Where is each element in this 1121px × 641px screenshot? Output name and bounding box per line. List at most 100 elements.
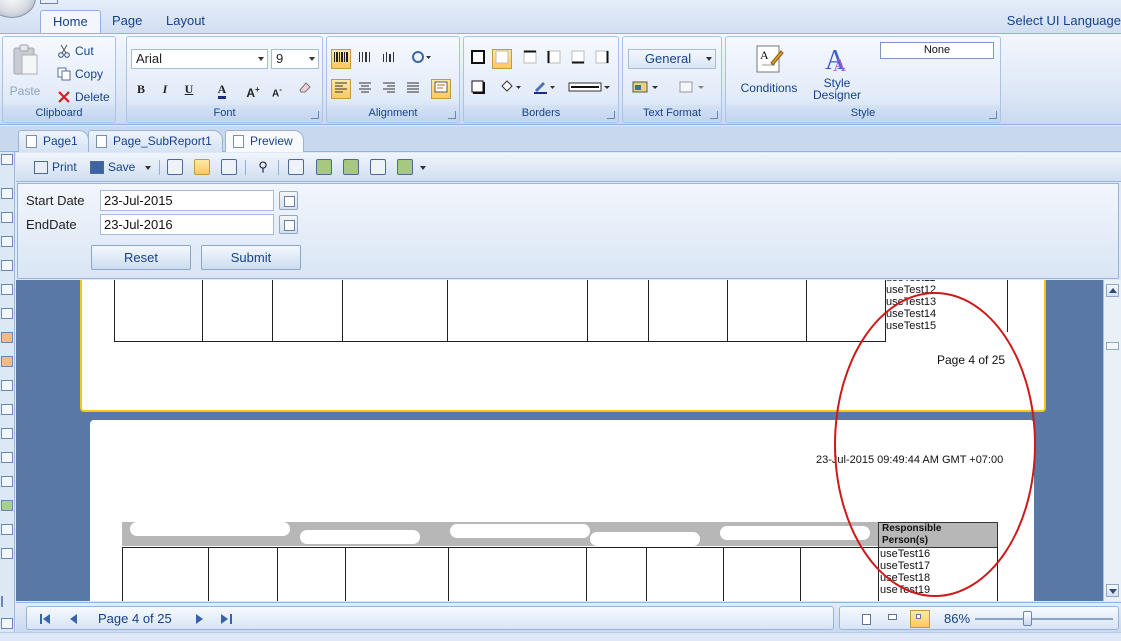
font-size-select[interactable]: 9: [271, 49, 319, 69]
thumbnails-icon[interactable]: [221, 159, 237, 175]
bookmarks-icon[interactable]: [167, 159, 183, 175]
fill-color-button[interactable]: [496, 79, 526, 99]
field-tool-icon[interactable]: [1, 356, 13, 367]
single-page-view-icon[interactable]: [856, 610, 876, 628]
bold-button[interactable]: B: [131, 79, 151, 99]
find-binoculars-icon[interactable]: ⚲: [255, 159, 271, 175]
barcode-tool-icon[interactable]: [1, 524, 13, 535]
text-format-dialog-launcher[interactable]: [710, 111, 718, 119]
tab-page-subreport1[interactable]: Page_SubReport1: [88, 130, 223, 152]
vertical-bars-button[interactable]: [355, 49, 375, 69]
zoom-slider-thumb[interactable]: [1023, 611, 1032, 626]
paste-button[interactable]: Paste: [5, 43, 45, 98]
panel-tool-icon[interactable]: [1, 260, 13, 271]
border-left-button[interactable]: [544, 49, 564, 69]
hand-tool-icon[interactable]: [1, 154, 13, 165]
list-tool-icon[interactable]: [1, 236, 13, 247]
zoom-slider-track[interactable]: [975, 618, 1113, 620]
scroll-thumb[interactable]: [1106, 342, 1119, 350]
tab-home[interactable]: Home: [40, 10, 101, 33]
number-format-select[interactable]: General: [628, 49, 716, 69]
font-color-button[interactable]: A: [207, 79, 237, 99]
shape-tool-icon[interactable]: [1, 548, 13, 559]
scroll-down-arrow-icon[interactable]: [1106, 584, 1119, 597]
checkbox-tool-icon[interactable]: [1, 618, 13, 629]
cut-button[interactable]: Cut: [55, 41, 94, 61]
next-page-icon[interactable]: [193, 612, 207, 626]
style-dialog-launcher[interactable]: [989, 111, 997, 119]
alignment-dialog-launcher[interactable]: [448, 111, 456, 119]
border-all-button[interactable]: [468, 49, 488, 69]
reset-button[interactable]: Reset: [91, 245, 191, 270]
tab-page[interactable]: Page: [100, 10, 154, 33]
multiple-pages-icon[interactable]: [397, 159, 413, 175]
first-page-icon[interactable]: [39, 612, 53, 626]
italic-button[interactable]: I: [155, 79, 175, 99]
border-none-button[interactable]: [492, 49, 512, 69]
end-date-input[interactable]: [100, 214, 274, 235]
report-viewer[interactable]: useTest11 useTest12 useTest13 useTest14 …: [16, 280, 1103, 601]
textbox-tool-icon[interactable]: [1, 476, 13, 487]
last-page-icon[interactable]: [219, 612, 233, 626]
rectangle-tool-icon[interactable]: [1, 380, 13, 391]
style-designer-button[interactable]: AA Style Designer: [806, 43, 868, 101]
frame-tool-icon[interactable]: [1, 404, 13, 415]
delete-button[interactable]: Delete: [55, 87, 110, 107]
border-bottom-button[interactable]: [568, 49, 588, 69]
start-date-input[interactable]: [100, 190, 274, 211]
grow-font-button[interactable]: A+: [243, 79, 263, 100]
scroll-up-arrow-icon[interactable]: [1106, 284, 1119, 297]
justify-button[interactable]: [403, 79, 423, 99]
align-center-button[interactable]: [355, 79, 375, 99]
two-pages-icon[interactable]: [343, 159, 359, 175]
chevron-down-icon[interactable]: [420, 166, 426, 170]
style-selector[interactable]: None: [880, 42, 994, 59]
previous-page-icon[interactable]: [67, 612, 81, 626]
conditions-button[interactable]: A Conditions: [734, 43, 804, 95]
label-tool-icon[interactable]: [1, 332, 13, 343]
chart-tool-icon[interactable]: [1, 452, 13, 463]
format-preset-button[interactable]: [629, 79, 665, 99]
vertical-scrollbar[interactable]: [1103, 280, 1121, 601]
tab-page1[interactable]: Page1: [18, 130, 89, 152]
band-tool-icon[interactable]: [1, 308, 13, 319]
calendar-icon[interactable]: [279, 215, 298, 234]
bars-align-button[interactable]: [379, 49, 399, 69]
border-color-button[interactable]: [530, 79, 560, 99]
full-screen-icon[interactable]: [370, 159, 386, 175]
barcode-style-button[interactable]: [331, 49, 351, 69]
clear-format-button[interactable]: [295, 79, 315, 99]
borders-dialog-launcher[interactable]: [607, 111, 615, 119]
font-family-select[interactable]: Arial: [131, 49, 268, 69]
image-tool-icon[interactable]: [1, 500, 13, 511]
border-right-button[interactable]: [592, 49, 612, 69]
quick-access-icon[interactable]: [40, 0, 58, 4]
underline-button[interactable]: U: [179, 79, 199, 99]
page-tool-icon[interactable]: [1, 284, 13, 295]
tab-layout[interactable]: Layout: [154, 10, 217, 33]
continuous-view-icon[interactable]: [882, 610, 902, 628]
application-orb-button[interactable]: [0, 0, 36, 18]
submit-button[interactable]: Submit: [201, 245, 301, 270]
grid-tool-icon[interactable]: [1, 428, 13, 439]
rotate-button[interactable]: [407, 49, 437, 69]
format-options-button[interactable]: [675, 79, 711, 99]
shrink-font-button[interactable]: A-: [267, 79, 287, 99]
shadow-button[interactable]: [468, 79, 488, 99]
print-button[interactable]: Print: [32, 158, 77, 178]
align-left-button[interactable]: [331, 79, 351, 99]
align-right-button[interactable]: [379, 79, 399, 99]
tab-preview[interactable]: Preview: [225, 130, 304, 152]
select-ui-language-link[interactable]: Select UI Language: [1007, 13, 1121, 28]
multi-page-view-icon[interactable]: [910, 610, 930, 628]
table-tool-icon[interactable]: [1, 212, 13, 223]
border-top-button[interactable]: [520, 49, 540, 69]
save-button[interactable]: Save: [88, 158, 151, 178]
text-tool-icon[interactable]: [1, 188, 13, 199]
border-style-button[interactable]: [566, 79, 614, 99]
page-setup-icon[interactable]: [288, 159, 304, 175]
line-tool-icon[interactable]: [1, 596, 3, 607]
copy-button[interactable]: Copy: [55, 64, 103, 84]
single-page-icon[interactable]: [316, 159, 332, 175]
word-wrap-button[interactable]: [431, 79, 451, 99]
